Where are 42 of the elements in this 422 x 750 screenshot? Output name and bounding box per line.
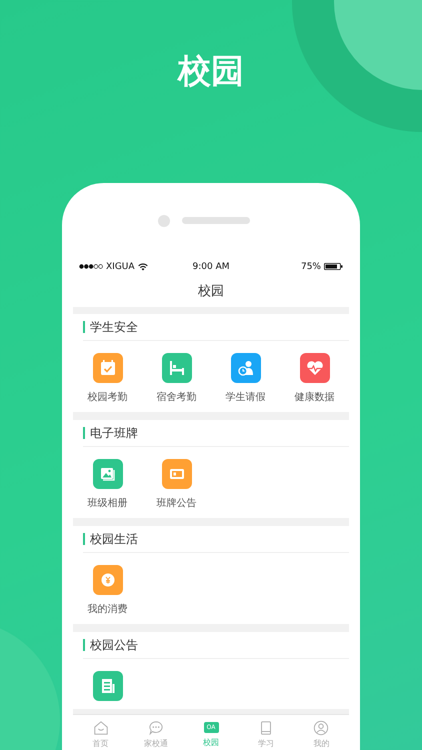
accent-bar xyxy=(83,533,85,545)
app-tile[interactable] xyxy=(92,565,122,595)
item-label: 校园考勤 xyxy=(88,392,128,404)
headline: 校园 xyxy=(178,50,244,92)
item-label: 班牌公告 xyxy=(156,498,196,510)
status-time: 9:00 AM xyxy=(192,262,230,272)
tab-item[interactable]: 首页 xyxy=(73,715,128,750)
house-icon xyxy=(92,720,109,736)
app-tile[interactable] xyxy=(300,353,330,383)
app-tile[interactable] xyxy=(162,353,192,383)
speaker-slot xyxy=(182,217,250,224)
app-tile[interactable] xyxy=(230,353,260,383)
app-tile[interactable] xyxy=(162,459,192,489)
signal-icon xyxy=(79,264,103,269)
person-icon xyxy=(313,720,330,736)
accent-bar xyxy=(83,321,85,333)
accent-bar xyxy=(83,639,85,651)
wifi-icon xyxy=(138,262,148,270)
carrier-name: XIGUA xyxy=(106,262,135,272)
item-label: 宿舍考勤 xyxy=(156,392,196,404)
item-label: 健康数据 xyxy=(294,392,334,404)
app-tile[interactable] xyxy=(92,459,122,489)
page-title: 校园 xyxy=(198,283,224,300)
item-label: 学生请假 xyxy=(226,392,266,404)
chat-icon xyxy=(148,720,164,736)
item-label: 我的消费 xyxy=(88,604,128,616)
section-title: 校园公告 xyxy=(90,636,138,654)
accent-bar xyxy=(83,427,85,439)
app-tile[interactable] xyxy=(92,353,122,383)
tab-item[interactable]: 我的 xyxy=(294,715,349,750)
item-label: 班级相册 xyxy=(88,498,128,510)
section-title: 学生安全 xyxy=(90,318,138,336)
person-clock-icon xyxy=(236,358,256,378)
tab-item[interactable]: 学习 xyxy=(238,715,294,750)
heart-pulse-icon xyxy=(304,358,324,378)
section-title: 校园生活 xyxy=(90,530,138,548)
tab-item[interactable]: 家校通 xyxy=(128,715,184,750)
battery-percent: 75% xyxy=(300,262,321,272)
section-title: 电子班牌 xyxy=(90,424,138,442)
battery-icon xyxy=(324,263,343,270)
camera-dot xyxy=(158,214,170,226)
app-tile[interactable] xyxy=(92,671,122,701)
